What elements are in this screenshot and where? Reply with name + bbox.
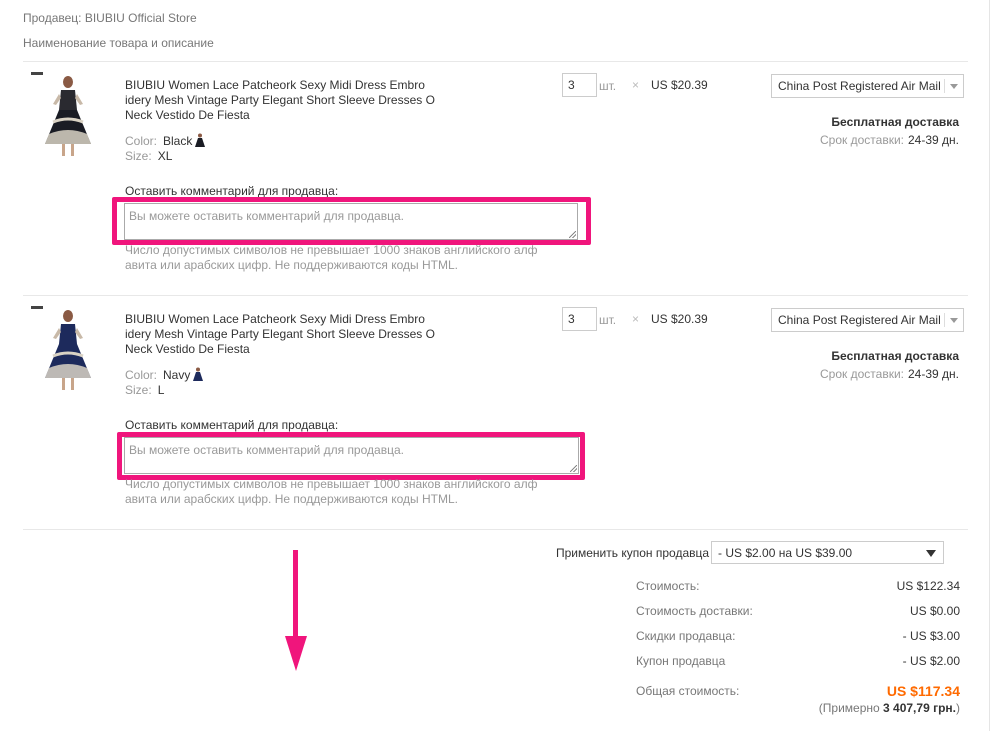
shipping-cost-label: Стоимость доставки: [636,604,753,618]
unit-price: US $20.39 [651,312,708,326]
shipping-method-value: China Post Registered Air Mail [778,79,941,93]
chevron-down-icon [950,318,958,323]
size-value: XL [157,149,173,163]
brand-logo-icon [31,72,43,75]
approx-value: 3 407,79 грн. [883,701,956,715]
shipping-method-select[interactable]: China Post Registered Air Mail [771,308,964,332]
product-size: Size: XL [125,149,172,163]
delivery-time-label: Срок доставки: [820,367,904,381]
color-value: Navy [163,368,191,382]
comment-placeholder: Вы можете оставить комментарий для прода… [129,209,404,223]
color-swatch-icon [193,367,204,381]
brand-logo-icon [31,306,43,309]
comment-label: Оставить комментарий для продавца: [125,184,339,198]
divider [23,295,968,296]
total-label: Общая стоимость: [636,684,740,698]
dress-image [45,310,91,390]
subtotal-label: Стоимость: [636,579,700,593]
dress-image [45,76,91,156]
size-value: L [157,383,165,397]
product-title[interactable]: BIUBIU Women Lace Patcheork Sexy Midi Dr… [125,78,445,123]
free-shipping-label: Бесплатная доставка [831,115,959,129]
approx-total: (Примерно 3 407,79 грн.) [819,701,960,715]
product-color: Color: Navy [125,367,204,382]
quantity-input[interactable]: 3 [562,73,597,97]
order-panel: Продавец: BIUBIU Official Store Наименов… [0,0,990,731]
color-value: Black [163,134,193,148]
shipping-method-value: China Post Registered Air Mail [778,313,941,327]
column-header-product: Наименование товара и описание [23,36,214,50]
delivery-time: Срок доставки: 24-39 дн. [820,367,959,381]
comment-hint: Число допустимых символов не превышает 1… [125,477,538,506]
quantity-unit: шт. [599,313,617,327]
multiply-icon: × [632,78,640,92]
delivery-time-label: Срок доставки: [820,133,904,147]
multiply-icon: × [632,312,640,326]
quantity-unit: шт. [599,79,617,93]
unit-price: US $20.39 [651,78,708,92]
coupon-label: Применить купон продавца [556,546,710,560]
approx-suffix: ) [956,701,960,715]
resize-grip-icon[interactable] [570,465,577,472]
seller-comment-textarea[interactable]: Вы можете оставить комментарий для прода… [124,437,579,474]
divider [23,61,968,62]
color-label: Color: [125,134,158,148]
seller-coupon-label: Купон продавца [636,654,726,668]
comment-placeholder: Вы можете оставить комментарий для прода… [129,443,404,457]
product-title[interactable]: BIUBIU Women Lace Patcheork Sexy Midi Dr… [125,312,445,357]
order-item: BIUBIU Women Lace Patcheork Sexy Midi Dr… [23,304,968,538]
product-size: Size: L [125,383,164,397]
free-shipping-label: Бесплатная доставка [831,349,959,363]
caret-down-icon [926,550,936,557]
total-value: US $117.34 [886,683,960,699]
approx-prefix: (Примерно [818,701,880,715]
order-item: BIUBIU Women Lace Patcheork Sexy Midi Dr… [23,70,968,304]
seller-coupon-value: - US $2.00 [902,654,960,668]
arrow-down-icon [285,550,307,671]
seller-discount-label: Скидки продавца: [636,629,736,643]
comment-label: Оставить комментарий для продавца: [125,418,339,432]
product-thumbnail[interactable] [31,70,91,160]
seller-discount-value: - US $3.00 [902,629,960,643]
seller-comment-textarea[interactable]: Вы можете оставить комментарий для прода… [124,203,578,240]
divider [23,529,968,530]
delivery-time-value: 24-39 дн. [908,133,959,147]
coupon-selected-value: - US $2.00 на US $39.00 [718,546,853,560]
delivery-time-value: 24-39 дн. [908,367,959,381]
delivery-time: Срок доставки: 24-39 дн. [820,133,959,147]
chevron-down-icon [950,84,958,89]
resize-grip-icon[interactable] [569,231,576,238]
subtotal-value: US $122.34 [896,579,960,593]
color-label: Color: [125,368,158,382]
seller-name: Продавец: BIUBIU Official Store [23,11,197,25]
shipping-method-select[interactable]: China Post Registered Air Mail [771,74,964,98]
comment-hint: Число допустимых символов не превышает 1… [125,243,538,272]
size-label: Size: [125,383,152,397]
quantity-input[interactable]: 3 [562,307,597,331]
color-swatch-icon [195,133,206,147]
product-thumbnail[interactable] [31,304,91,394]
coupon-select[interactable]: - US $2.00 на US $39.00 [711,541,944,564]
size-label: Size: [125,149,152,163]
shipping-cost-value: US $0.00 [909,604,960,618]
product-color: Color: Black [125,133,206,148]
